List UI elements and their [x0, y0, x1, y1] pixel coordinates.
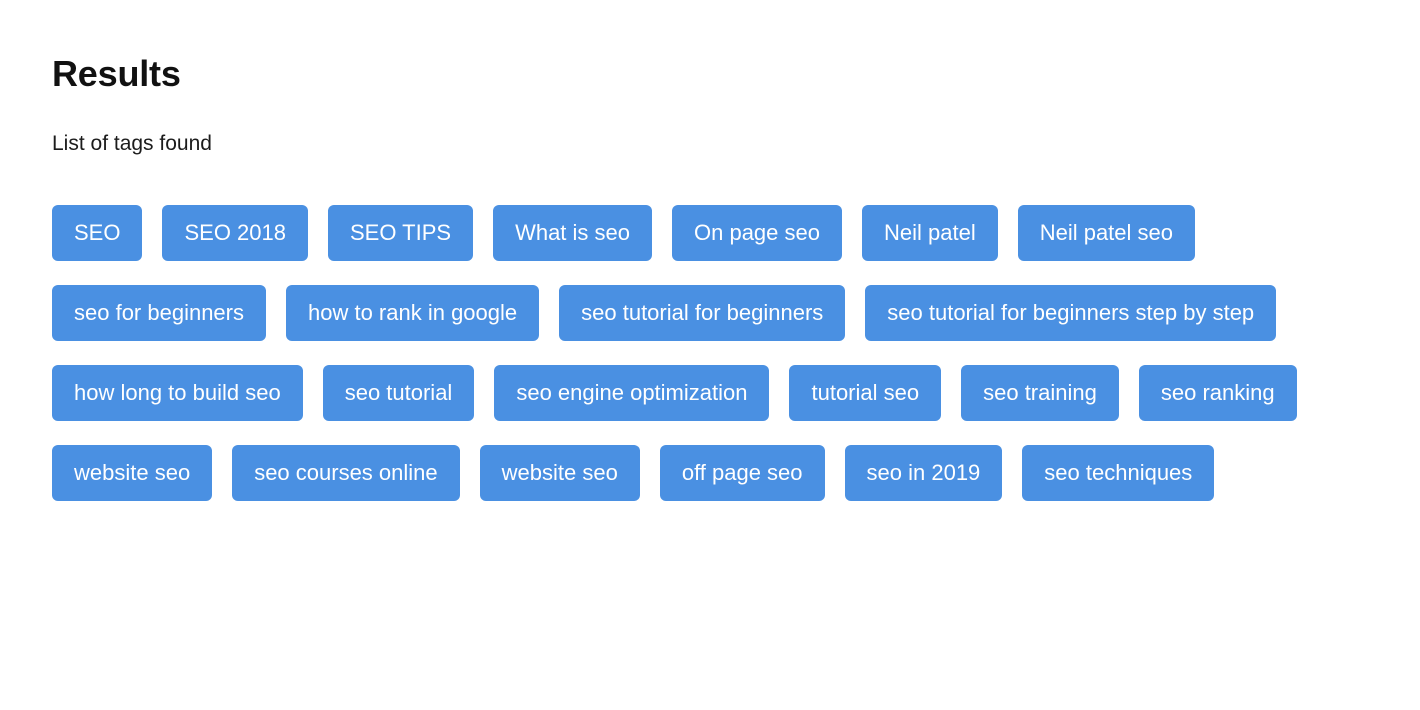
tag-chip[interactable]: On page seo	[672, 205, 842, 261]
tag-chip[interactable]: seo training	[961, 365, 1119, 421]
tag-chip[interactable]: seo engine optimization	[494, 365, 770, 421]
tag-chip[interactable]: Neil patel seo	[1017, 205, 1196, 261]
tag-chip[interactable]: how long to build seo	[52, 365, 303, 421]
tag-list: SEO SEO 2018 SEO TIPS What is seo On page se…	[52, 157, 1372, 501]
page-title: Results	[52, 53, 181, 94]
tag-chip[interactable]: off page seo	[659, 445, 825, 501]
tag-chip[interactable]: seo tutorial for beginners	[559, 285, 846, 341]
tag-chip[interactable]: seo ranking	[1138, 365, 1297, 421]
tag-chip[interactable]: SEO 2018	[162, 205, 308, 261]
tag-chip[interactable]: Neil patel	[861, 205, 998, 261]
tag-chip[interactable]: seo tutorial for beginners step by step	[865, 285, 1277, 341]
tag-chip[interactable]: What is seo	[493, 205, 652, 261]
tag-chip[interactable]: seo for beginners	[52, 285, 266, 341]
results-page: Results List of tags found SEO SEO 2018 SE…	[0, 0, 1420, 710]
tag-chip[interactable]: website seo	[52, 445, 213, 501]
tag-chip[interactable]: seo courses online	[232, 445, 460, 501]
tag-chip[interactable]: how to rank in google	[286, 285, 540, 341]
tag-chip[interactable]: SEO	[52, 205, 143, 261]
tag-chip[interactable]: seo tutorial	[322, 365, 475, 421]
tag-chip[interactable]: seo in 2019	[844, 445, 1003, 501]
page-subtitle: List of tags found	[52, 132, 212, 155]
tag-chip[interactable]: seo techniques	[1022, 445, 1215, 501]
tag-chip[interactable]: website seo	[479, 445, 640, 501]
tag-chip[interactable]: tutorial seo	[789, 365, 942, 421]
tag-chip[interactable]: SEO TIPS	[327, 205, 474, 261]
